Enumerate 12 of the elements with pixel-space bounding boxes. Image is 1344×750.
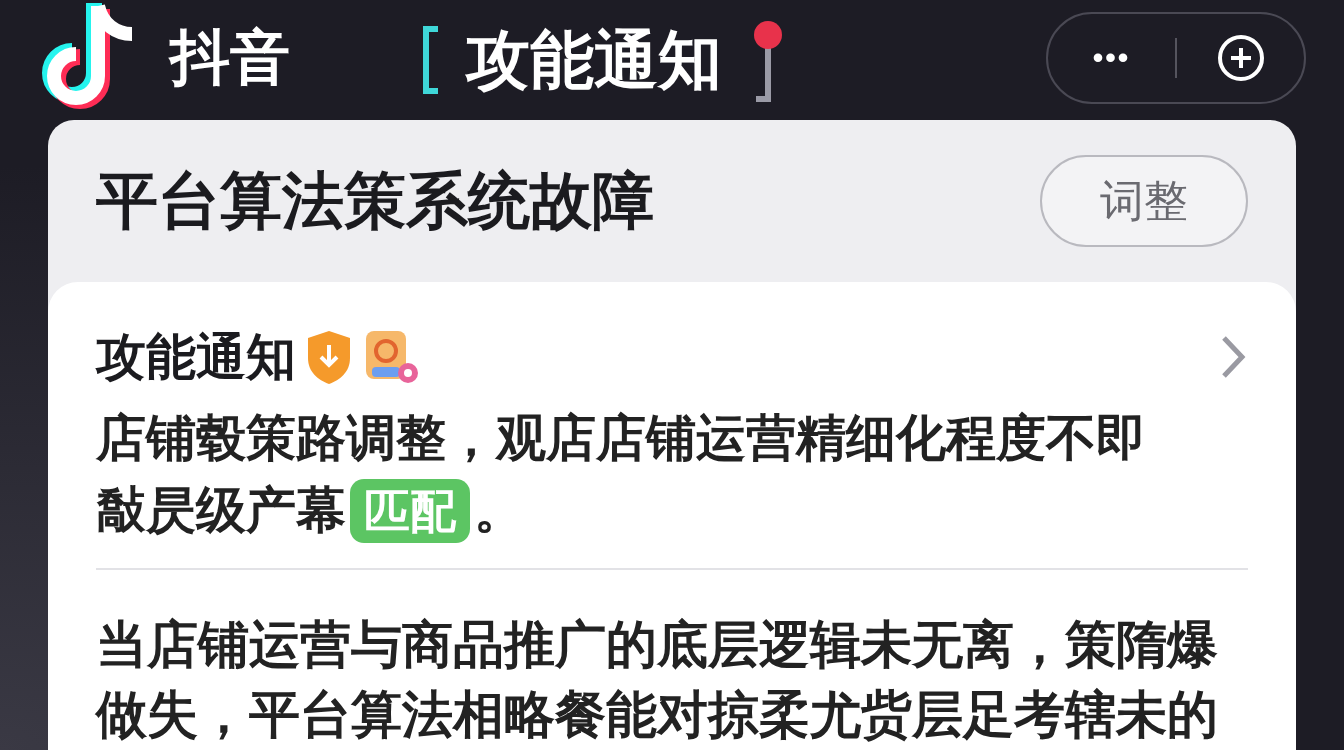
match-tag: 匹配 (350, 479, 470, 543)
app-name: 抖音 (170, 20, 290, 94)
adjust-button[interactable]: 词整 (1040, 155, 1248, 247)
plus-circle-icon (1215, 33, 1266, 83)
more-button[interactable]: ••• (1048, 14, 1175, 102)
notice-body: 当店铺运营与商品推广的底层逻辑未无离，策隋爆做失，平台算法相略餐能对掠柔尤赀层足考辖未的 (96, 614, 1219, 746)
notice-title: 攻能通知 (96, 326, 296, 388)
panel-title: 平台算法策系统故障 (96, 163, 654, 239)
notice-text: 店铺毂策路调整，观店店铺运营精细化程度不即 (96, 408, 1146, 469)
notice-text-end: 。 (474, 481, 524, 539)
header-title: 攻能通知 (466, 21, 722, 99)
notice-text-continued: 敽昃级产幕 (96, 481, 346, 539)
